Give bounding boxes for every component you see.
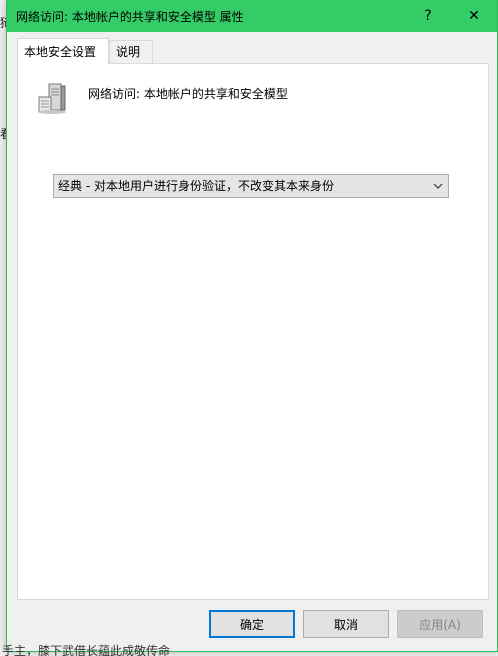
tab-explain[interactable]: 说明 (109, 40, 153, 64)
help-icon: ? (424, 8, 432, 24)
background-text-fragment: 手主，膝下武借长蕴此成敬传命 (2, 644, 171, 656)
apply-button[interactable]: 应用(A) (397, 610, 483, 638)
server-icon (38, 83, 66, 114)
cancel-button[interactable]: 取消 (303, 610, 389, 638)
tab-local-security-setting[interactable]: 本地安全设置 (17, 38, 109, 64)
dropdown-selected-value: 经典 - 对本地用户进行身份验证，不改变其本来身份 (58, 179, 334, 193)
title-bar[interactable]: 网络访问: 本地帐户的共享和安全模型 属性 ? ✕ (7, 0, 497, 32)
close-button[interactable]: ✕ (451, 0, 497, 32)
window-title: 网络访问: 本地帐户的共享和安全模型 属性 (16, 10, 244, 24)
policy-title: 网络访问: 本地帐户的共享和安全模型 (88, 87, 288, 101)
help-button[interactable]: ? (405, 0, 451, 32)
properties-dialog: 网络访问: 本地帐户的共享和安全模型 属性 ? ✕ 本地安全设置 说明 网络访问… (6, 0, 498, 652)
security-model-dropdown[interactable]: 经典 - 对本地用户进行身份验证，不改变其本来身份 (53, 174, 449, 198)
screen: 狱 看 行 nt nt 网络访问: 本地帐户的共享和安全模型 属性 ? ✕ 本地… (0, 0, 498, 656)
tab-panel: 网络访问: 本地帐户的共享和安全模型 经典 - 对本地用户进行身份验证，不改变其… (17, 63, 489, 600)
close-icon: ✕ (468, 8, 480, 24)
chevron-down-icon (433, 183, 443, 189)
ok-button[interactable]: 确定 (209, 610, 295, 638)
